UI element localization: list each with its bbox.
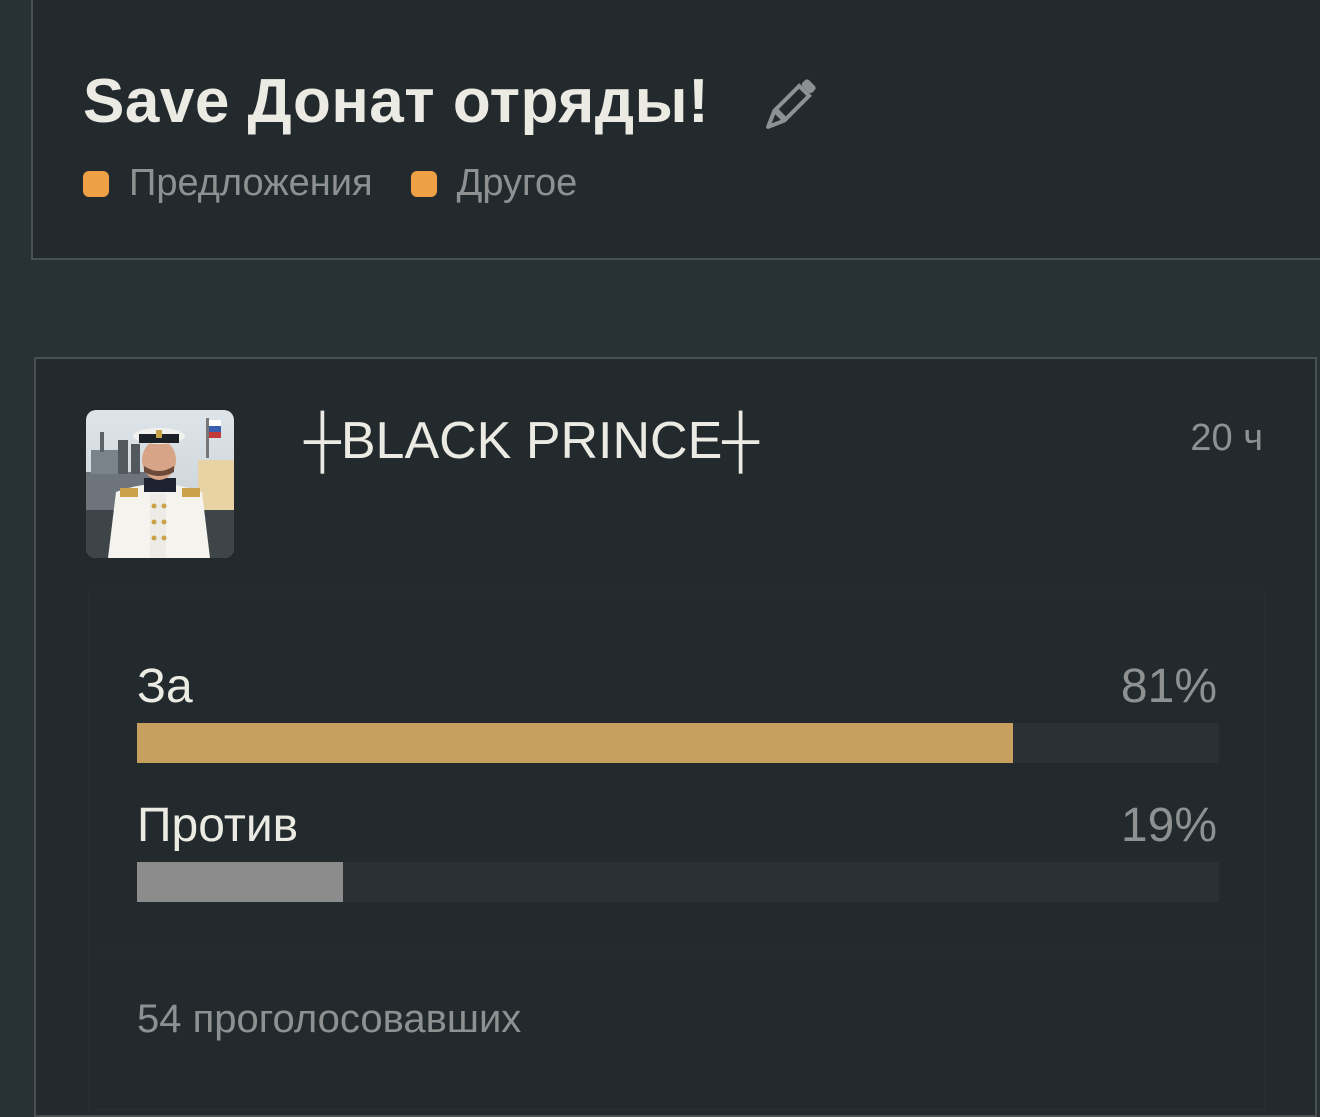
- poll-option-label: За: [137, 660, 193, 713]
- pencil-icon[interactable]: [761, 76, 819, 134]
- poll-bar-fill: [137, 723, 1014, 763]
- tag-predlozheniya[interactable]: Предложения: [83, 162, 373, 205]
- poll-option-label: Против: [137, 799, 299, 852]
- tag-drugoe[interactable]: Другое: [410, 162, 578, 205]
- tag-label: Предложения: [129, 162, 373, 204]
- tag-list: Предложения Другое: [83, 162, 615, 205]
- topic-header: Save Донат отряды! Предложения Другое: [31, 0, 1320, 260]
- poll-divider: [90, 951, 1264, 953]
- avatar[interactable]: [86, 410, 234, 558]
- poll: За 81% Против 19% 54 проголосовавших: [88, 591, 1266, 1111]
- poll-option-percent: 19%: [1120, 799, 1217, 852]
- author-name[interactable]: ┼BLACK PRINCE┼: [304, 411, 759, 471]
- poll-bar-fill: [137, 862, 343, 902]
- tag-color-dot: [83, 170, 109, 197]
- poll-bar-track: [137, 862, 1219, 902]
- topic-title: Save Донат отряды!: [83, 67, 710, 136]
- tag-label: Другое: [456, 162, 578, 204]
- post-card: ┼BLACK PRINCE┼ 20 ч За 81% Против 19% 54…: [34, 357, 1317, 1117]
- tag-color-dot: [410, 170, 437, 197]
- avatar-image: [86, 410, 234, 558]
- poll-option-percent: 81%: [1120, 660, 1217, 713]
- poll-bar-track: [137, 723, 1219, 763]
- post-time: 20 ч: [1190, 417, 1263, 459]
- poll-voter-count: 54 проголосовавших: [137, 997, 522, 1041]
